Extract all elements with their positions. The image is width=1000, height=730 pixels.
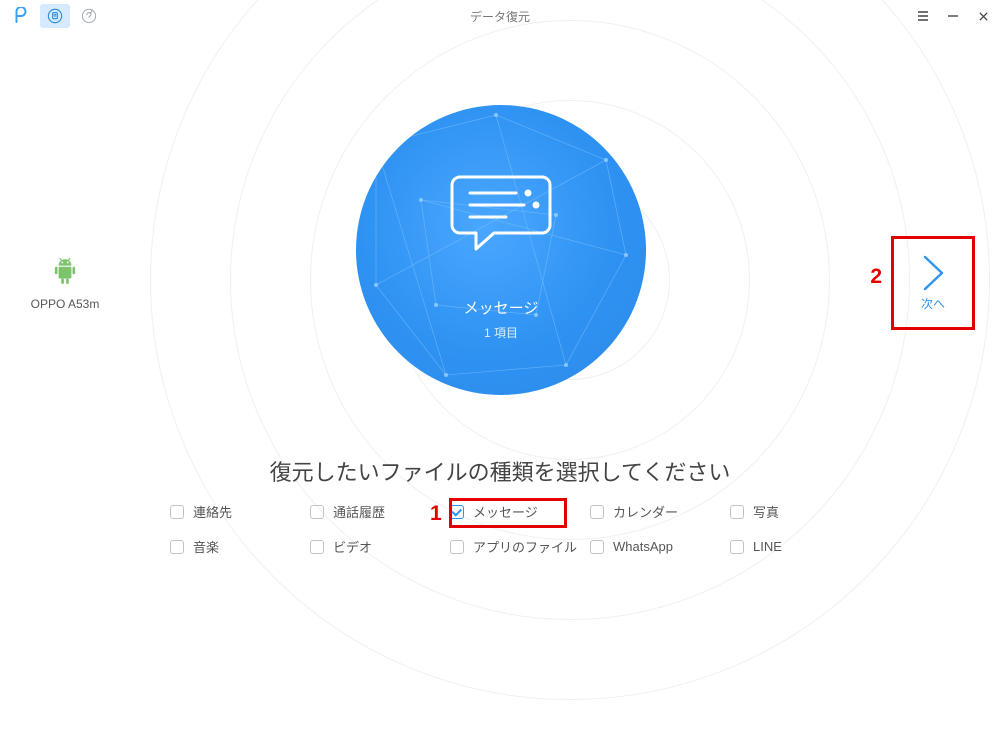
checkbox-icon: [590, 505, 604, 519]
instruction-text: 復元したいファイルの種類を選択してください: [0, 455, 1000, 487]
category-label: メッセージ: [473, 502, 538, 521]
checkbox-icon: [310, 540, 324, 554]
checkbox-icon: [730, 505, 744, 519]
window-title: データ復元: [0, 8, 1000, 25]
annotation-number-2: 2: [870, 265, 882, 289]
mode-backup-icon[interactable]: [74, 4, 104, 28]
category-label: LINE: [753, 539, 782, 554]
checkbox-icon: [450, 540, 464, 554]
minimize-icon[interactable]: [938, 2, 968, 30]
mode-recovery-icon[interactable]: [40, 4, 70, 28]
checkbox-icon: [170, 540, 184, 554]
checkbox-icon: [450, 505, 464, 519]
category-label: アプリのファイル: [473, 537, 577, 556]
annotation-number-1: 1: [430, 502, 442, 526]
category-app-files[interactable]: アプリのファイル: [450, 537, 590, 556]
category-label: 連絡先: [193, 502, 232, 521]
category-photos[interactable]: 写真: [730, 502, 870, 521]
app-logo-icon[interactable]: [6, 4, 36, 28]
category-label: カレンダー: [613, 502, 678, 521]
menu-icon[interactable]: [908, 2, 938, 30]
android-icon: [52, 256, 78, 286]
category-label: 音楽: [193, 537, 219, 556]
category-call-log[interactable]: 通話履歴: [310, 502, 450, 521]
checkbox-icon: [590, 540, 604, 554]
category-label: WhatsApp: [613, 539, 673, 554]
message-bubble-icon: [446, 167, 556, 257]
category-grid: 連絡先 通話履歴 メッセージ カレンダー 写真 音楽 ビデオ アプリのファイル …: [170, 502, 870, 556]
title-bar: データ復元: [0, 0, 1000, 32]
next-button[interactable]: 次へ: [897, 242, 969, 324]
device-name: OPPO A53m: [25, 297, 105, 311]
category-video[interactable]: ビデオ: [310, 537, 450, 556]
category-whatsapp[interactable]: WhatsApp: [590, 537, 730, 556]
close-icon[interactable]: [968, 2, 998, 30]
category-music[interactable]: 音楽: [170, 537, 310, 556]
next-button-label: 次へ: [921, 295, 945, 312]
checkbox-icon: [170, 505, 184, 519]
category-calendar[interactable]: カレンダー: [590, 502, 730, 521]
category-line[interactable]: LINE: [730, 537, 870, 556]
chevron-right-icon: [920, 255, 946, 291]
category-contacts[interactable]: 連絡先: [170, 502, 310, 521]
category-label: ビデオ: [333, 537, 372, 556]
checkbox-icon: [310, 505, 324, 519]
selection-summary-circle: メッセージ 1 項目: [356, 105, 646, 395]
category-messages[interactable]: メッセージ: [450, 502, 590, 521]
category-label: 写真: [753, 502, 779, 521]
category-label: 通話履歴: [333, 502, 385, 521]
checkbox-icon: [730, 540, 744, 554]
connected-device: OPPO A53m: [25, 256, 105, 311]
